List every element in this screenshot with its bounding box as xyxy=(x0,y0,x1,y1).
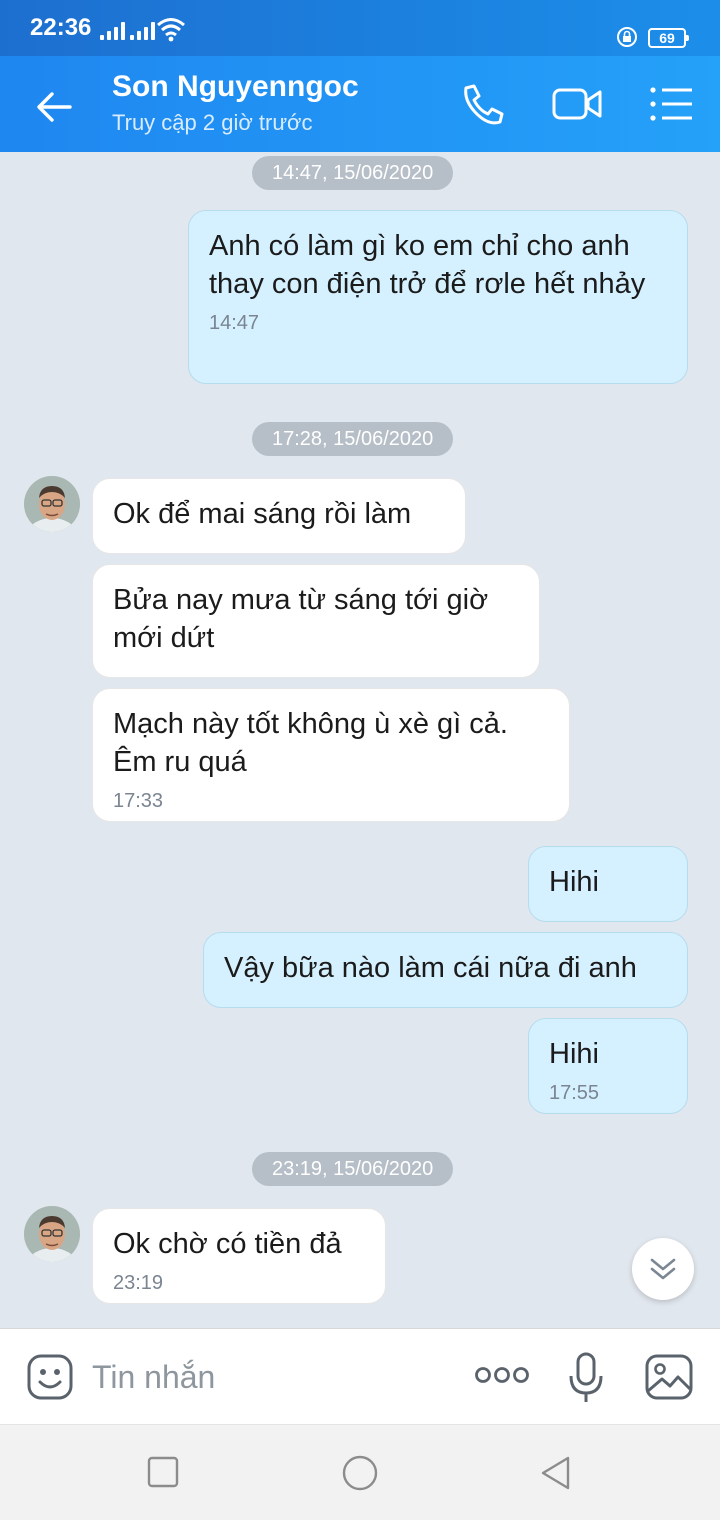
emoji-sticker-icon[interactable] xyxy=(26,1353,74,1401)
contact-avatar[interactable] xyxy=(24,1206,80,1262)
wifi-icon xyxy=(157,18,185,42)
contact-avatar[interactable] xyxy=(24,476,80,532)
message-bubble-received[interactable]: Bửa nay mưa từ sáng tới giờ mới dứt xyxy=(92,564,540,678)
message-bubble-sent[interactable]: Vậy bữa nào làm cái nữa đi anh xyxy=(203,932,688,1008)
date-divider: 23:19, 15/06/2020 xyxy=(252,1152,454,1186)
home-icon[interactable] xyxy=(340,1455,380,1491)
message-text: Ok chờ có tiền đả xyxy=(113,1228,342,1260)
message-text: Hihi xyxy=(549,866,599,898)
rotation-lock-icon xyxy=(617,27,637,47)
video-call-icon[interactable] xyxy=(552,82,602,126)
message-composer: Tin nhắn xyxy=(0,1328,720,1424)
message-text: Ok để mai sáng rồi làm xyxy=(113,498,412,530)
person-portrait-icon xyxy=(24,476,80,532)
phone-icon[interactable] xyxy=(458,82,508,126)
status-bar: 22:36 69 xyxy=(0,0,720,56)
date-divider: 14:47, 15/06/2020 xyxy=(252,156,454,190)
contact-name[interactable]: Son Nguyenngoc xyxy=(112,70,359,104)
signal-1-icon xyxy=(100,22,125,40)
message-text: Hihi xyxy=(549,1038,599,1070)
message-time: 17:55 xyxy=(549,1082,600,1104)
image-gallery-icon[interactable] xyxy=(644,1353,694,1401)
person-portrait-icon xyxy=(24,1206,80,1262)
status-time: 22:36 xyxy=(30,14,92,41)
more-options-icon[interactable] xyxy=(474,1365,530,1385)
message-text: Anh có làm gì ko em chỉ cho anh thay con… xyxy=(209,230,646,300)
message-list[interactable]: 14:47, 15/06/2020 Anh có làm gì ko em ch… xyxy=(0,152,720,1328)
message-bubble-received[interactable]: Ok chờ có tiền đả 23:19 xyxy=(92,1208,386,1304)
message-bubble-received[interactable]: Mạch này tốt không ù xè gì cả. Êm ru quá… xyxy=(92,688,570,822)
date-divider: 17:28, 15/06/2020 xyxy=(252,422,454,456)
message-time: 23:19 xyxy=(113,1272,164,1294)
message-text: Mạch này tốt không ù xè gì cả. Êm ru quá xyxy=(113,708,508,778)
scroll-to-bottom-button[interactable] xyxy=(632,1238,694,1300)
message-text: Bửa nay mưa từ sáng tới giờ mới dứt xyxy=(113,584,489,654)
message-bubble-received[interactable]: Ok để mai sáng rồi làm xyxy=(92,478,466,554)
last-seen-status: Truy cập 2 giờ trước xyxy=(112,110,313,135)
message-bubble-sent[interactable]: Hihi 17:55 xyxy=(528,1018,688,1114)
recent-apps-icon[interactable] xyxy=(146,1455,180,1489)
menu-list-icon[interactable] xyxy=(648,82,698,126)
app-header: 22:36 69 Son Nguyenngoc Truy cập 2 giờ t… xyxy=(0,0,720,152)
message-text: Vậy bữa nào làm cái nữa đi anh xyxy=(224,952,637,984)
back-nav-icon[interactable] xyxy=(538,1455,574,1491)
message-bubble-sent[interactable]: Hihi xyxy=(528,846,688,922)
message-bubble-sent[interactable]: Anh có làm gì ko em chỉ cho anh thay con… xyxy=(188,210,688,384)
message-input[interactable]: Tin nhắn xyxy=(92,1359,215,1396)
message-time: 14:47 xyxy=(209,312,260,334)
message-time: 17:33 xyxy=(113,790,164,812)
battery-icon: 69 xyxy=(648,28,689,48)
system-nav-bar xyxy=(0,1424,720,1520)
back-arrow-icon[interactable] xyxy=(30,82,80,132)
microphone-icon[interactable] xyxy=(566,1351,606,1405)
signal-2-icon xyxy=(130,22,155,40)
double-chevron-down-icon xyxy=(650,1258,676,1280)
